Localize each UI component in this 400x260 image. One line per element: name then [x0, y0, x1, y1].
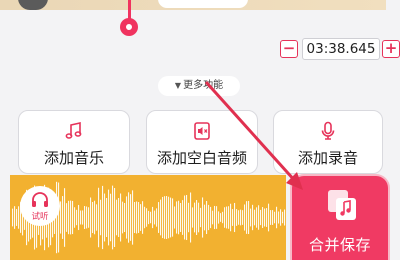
microphone-icon: [274, 121, 382, 141]
add-music-button[interactable]: 添加音乐: [18, 110, 130, 174]
increase-time-button[interactable]: +: [382, 40, 400, 58]
add-recording-button[interactable]: 添加录音: [273, 110, 383, 174]
timeline-strip: − 03:38.645 +: [0, 0, 400, 72]
copy-files-icon: [328, 190, 356, 220]
top-label-pill: [158, 0, 248, 8]
more-functions-label: 更多功能: [183, 80, 224, 91]
time-field[interactable]: 03:38.645: [302, 38, 380, 60]
add-recording-label: 添加录音: [297, 149, 358, 167]
decrease-time-button[interactable]: −: [280, 40, 298, 58]
preview-listen-label: 试听: [31, 212, 49, 222]
add-silent-audio-label: 添加空白音频: [156, 149, 247, 167]
music-note-icon: [19, 121, 129, 141]
merge-save-label: 合并保存: [308, 236, 371, 254]
merge-save-button[interactable]: 合并保存: [292, 176, 388, 260]
headphones-icon: [32, 192, 48, 207]
add-silent-audio-button[interactable]: 添加空白音频: [146, 110, 258, 174]
add-music-label: 添加音乐: [43, 149, 104, 167]
caret-down-icon: ▼: [174, 81, 182, 90]
audio-editor-screen: − 03:38.645 + ▼ 更多功能 添加音乐 添加空白音频 添加录音 试听…: [0, 0, 400, 260]
playhead-handle[interactable]: [120, 18, 138, 36]
more-functions-toggle[interactable]: ▼ 更多功能: [158, 76, 240, 96]
preview-listen-button[interactable]: 试听: [20, 186, 60, 226]
time-adjuster: − 03:38.645 +: [280, 38, 400, 60]
mute-audio-icon: [147, 121, 257, 141]
